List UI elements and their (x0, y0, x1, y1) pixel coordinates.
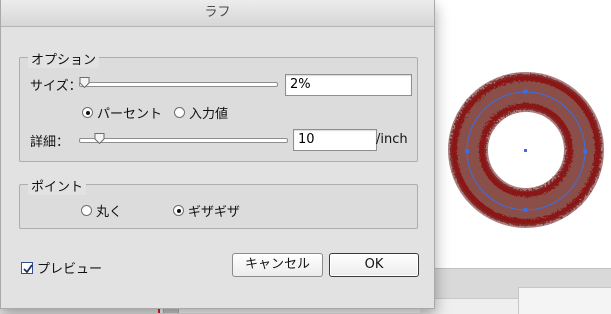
options-group: オプション サイズ： パーセント 入力値 詳細： /inch (19, 49, 418, 162)
radio-absolute-dot[interactable] (174, 107, 185, 118)
preview-checkbox-box[interactable] (21, 261, 33, 274)
preview-checkbox[interactable]: プレビュー (21, 258, 102, 277)
radio-percent-dot[interactable] (82, 107, 93, 118)
ok-button[interactable]: OK (329, 253, 419, 277)
center-point (524, 149, 527, 152)
bottom-panel-tab[interactable] (518, 287, 611, 314)
anchor-point-left (465, 149, 469, 153)
size-slider-thumb[interactable] (79, 77, 90, 88)
preview-label: プレビュー (37, 262, 103, 277)
radio-smooth-dot[interactable] (81, 205, 92, 216)
radio-corner[interactable]: ギザギザ (173, 201, 240, 220)
radio-corner-dot[interactable] (173, 205, 184, 216)
detail-input[interactable] (293, 129, 377, 151)
radio-percent-label: パーセント (97, 107, 163, 122)
detail-unit: /inch (376, 132, 408, 147)
radio-smooth[interactable]: 丸く (81, 201, 122, 220)
anchor-point-bottom (523, 208, 528, 212)
size-input[interactable] (285, 74, 412, 96)
radio-absolute[interactable]: 入力値 (174, 103, 228, 122)
roughen-dialog: ラフ オプション サイズ： パーセント 入力値 詳細： /inch ポイント 丸… (0, 0, 435, 309)
roughened-ring-artwork[interactable] (434, 50, 611, 240)
anchor-point-top (523, 89, 528, 94)
anchor-point-right (583, 149, 587, 153)
radio-smooth-label: 丸く (96, 205, 123, 220)
checkmark-icon (23, 263, 33, 273)
dialog-title: ラフ (1, 0, 434, 27)
radio-percent[interactable]: パーセント (82, 103, 162, 122)
detail-slider-track[interactable] (79, 138, 288, 143)
detail-slider-thumb[interactable] (94, 133, 105, 144)
cancel-button[interactable]: キャンセル (232, 253, 323, 277)
options-legend: オプション (28, 49, 100, 68)
points-group: ポイント 丸く ギザギザ (19, 176, 418, 229)
radio-absolute-label: 入力値 (189, 107, 229, 122)
size-slider-track[interactable] (79, 82, 278, 87)
detail-label: 詳細： (30, 135, 70, 150)
radio-corner-label: ギザギザ (188, 205, 241, 220)
size-label: サイズ： (30, 79, 82, 94)
points-legend: ポイント (28, 176, 87, 195)
